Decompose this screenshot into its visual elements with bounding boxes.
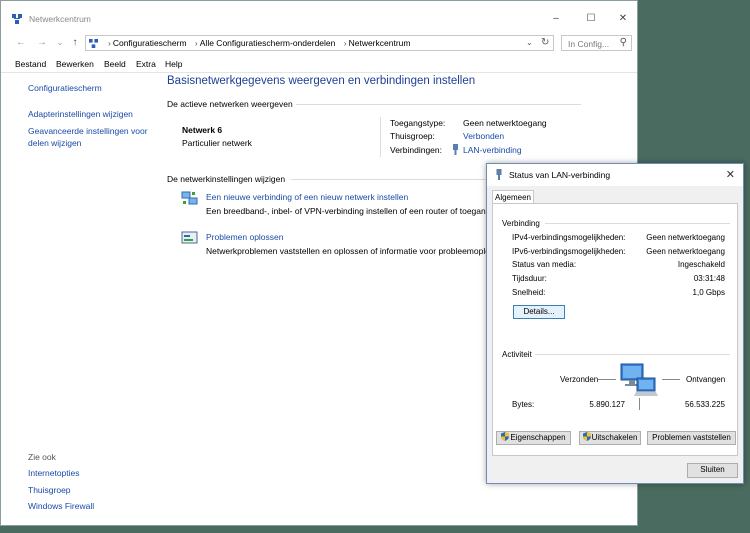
dialog-title: Status van LAN-verbinding <box>509 170 611 180</box>
search-placeholder: In Config... <box>568 39 610 49</box>
lan-connection-link[interactable]: LAN-verbinding <box>463 145 522 155</box>
see-also-windows-firewall[interactable]: Windows Firewall <box>28 501 94 511</box>
title-bar: Netwerkcentrum – ☐ ✕ <box>1 1 637 35</box>
speed-label: Snelheid: <box>512 288 546 297</box>
duration-label: Tijdsduur: <box>512 274 547 283</box>
dropdown-chevron-icon[interactable]: ⌄ <box>526 38 533 47</box>
speed-value: 1,0 Gbps <box>692 288 725 297</box>
breadcrumb-item[interactable]: Configuratiescherm <box>113 38 187 48</box>
tab-algemeen[interactable]: Algemeen <box>492 190 534 204</box>
breadcrumb-item[interactable]: Alle Configuratiescherm-onderdelen <box>200 38 336 48</box>
menu-item-help[interactable]: Help <box>165 59 182 69</box>
see-also-internet-options[interactable]: Internetopties <box>28 468 80 478</box>
network-name: Netwerk 6 <box>182 125 223 135</box>
divider <box>296 104 581 105</box>
access-type-label: Toegangstype: <box>390 118 446 128</box>
connections-label: Verbindingen: <box>390 145 442 155</box>
see-also-homegroup[interactable]: Thuisgroep <box>28 485 71 495</box>
page-title: Basisnetwerkgegevens weergeven en verbin… <box>167 75 476 87</box>
sent-label: Verzonden <box>560 375 599 384</box>
menu-bar: Bestand Bewerken Beeld Extra Help <box>1 56 637 73</box>
ipv6-label: IPv6-verbindingsmogelijkheden: <box>512 247 626 256</box>
up-arrow-icon[interactable]: ↑ <box>69 37 81 49</box>
uac-shield-icon <box>501 432 510 441</box>
ipv6-value: Geen netwerktoegang <box>646 247 725 256</box>
menu-item-bewerken[interactable]: Bewerken <box>56 59 94 69</box>
received-line <box>662 379 680 380</box>
received-label: Ontvangen <box>686 375 726 384</box>
dialog-title-bar: Status van LAN-verbinding ✕ <box>487 164 743 186</box>
media-status-label: Status van media: <box>512 260 577 269</box>
disable-button-label: Uitschakelen <box>591 433 638 442</box>
details-button[interactable]: Details... <box>513 305 565 319</box>
disable-button[interactable]: Uitschakelen <box>579 431 641 445</box>
troubleshoot-link[interactable]: Problemen oplossen <box>206 232 284 242</box>
network-activity-icon <box>620 363 658 396</box>
breadcrumb: › Configuratiescherm › Alle Configuratiesc… <box>108 38 411 48</box>
address-bar[interactable]: › Configuratiescherm › Alle Configuratiesc… <box>85 35 554 51</box>
bytes-sent-value: 5.890.127 <box>589 400 625 409</box>
close-button[interactable]: Sluiten <box>687 463 738 478</box>
forward-arrow-icon[interactable]: → <box>36 37 48 49</box>
divider <box>535 354 730 355</box>
properties-button-label: Eigenschappen <box>510 433 566 442</box>
network-center-icon <box>12 14 22 24</box>
activity-group-label: Activiteit <box>502 350 532 359</box>
ethernet-icon <box>496 169 502 180</box>
active-networks-heading: De actieve netwerken weergeven <box>167 99 293 109</box>
new-connection-link[interactable]: Een nieuwe verbinding of een nieuw netwe… <box>206 192 408 202</box>
ethernet-icon <box>453 144 458 155</box>
divider <box>639 398 640 410</box>
divider <box>380 117 381 157</box>
bytes-label: Bytes: <box>512 400 535 409</box>
window-title: Netwerkcentrum <box>29 14 91 24</box>
back-arrow-icon[interactable]: ← <box>15 37 27 49</box>
sidebar-item-adapter-settings[interactable]: Adapterinstellingen wijzigen <box>28 109 133 119</box>
access-type-value: Geen netwerktoegang <box>463 118 547 128</box>
duration-value: 03:31:48 <box>693 274 725 283</box>
address-row: ← → ⌄ ↑ › Configuratiescherm › Alle Config… <box>1 34 637 54</box>
sidebar-item-advanced-sharing[interactable]: Geavanceerde instellingen voor delen wij… <box>28 125 153 149</box>
ipv4-value: Geen netwerktoegang <box>646 233 725 242</box>
sent-line <box>598 379 616 380</box>
divider <box>545 223 730 224</box>
maximize-icon[interactable]: ☐ <box>584 13 598 25</box>
refresh-icon[interactable]: ↻ <box>541 37 549 48</box>
menu-item-bestand[interactable]: Bestand <box>15 59 46 69</box>
network-type: Particulier netwerk <box>182 138 252 148</box>
properties-button[interactable]: Eigenschappen <box>496 431 571 445</box>
divider <box>291 179 487 180</box>
close-icon[interactable]: ✕ <box>726 168 735 181</box>
see-also-label: Zie ook <box>28 452 56 462</box>
diagnose-button[interactable]: Problemen vaststellen <box>647 431 736 445</box>
uac-shield-icon <box>582 432 591 441</box>
network-center-icon <box>89 39 98 48</box>
troubleshoot-icon <box>181 231 198 244</box>
troubleshoot-description: Netwerkproblemen vaststellen en oplossen… <box>206 246 486 256</box>
tab-panel: Verbinding IPv4-verbindingsmogelijkheden… <box>492 203 738 456</box>
close-icon[interactable]: ✕ <box>616 13 630 25</box>
media-status-value: Ingeschakeld <box>677 260 725 269</box>
search-input[interactable]: In Config... ⚲ <box>561 35 632 51</box>
sidebar-home-link[interactable]: Configuratiescherm <box>28 83 102 93</box>
breadcrumb-item[interactable]: Netwerkcentrum <box>349 38 411 48</box>
ipv4-label: IPv4-verbindingsmogelijkheden: <box>512 233 626 242</box>
homegroup-link[interactable]: Verbonden <box>463 131 504 141</box>
homegroup-label: Thuisgroep: <box>390 131 435 141</box>
menu-item-extra[interactable]: Extra <box>136 59 156 69</box>
lan-status-dialog: Status van LAN-verbinding ✕ Algemeen Ver… <box>486 163 744 484</box>
search-icon[interactable]: ⚲ <box>620 37 627 48</box>
bytes-received-value: 56.533.225 <box>684 400 725 409</box>
minimize-icon[interactable]: – <box>549 13 563 25</box>
new-connection-icon <box>181 191 198 205</box>
new-connection-description: Een breedband-, inbel- of VPN-verbinding… <box>206 206 486 216</box>
recent-chevron-icon[interactable]: ⌄ <box>54 37 66 49</box>
change-settings-heading: De netwerkinstellingen wijzigen <box>167 174 286 184</box>
connection-group-label: Verbinding <box>502 219 540 228</box>
menu-item-beeld[interactable]: Beeld <box>104 59 126 69</box>
